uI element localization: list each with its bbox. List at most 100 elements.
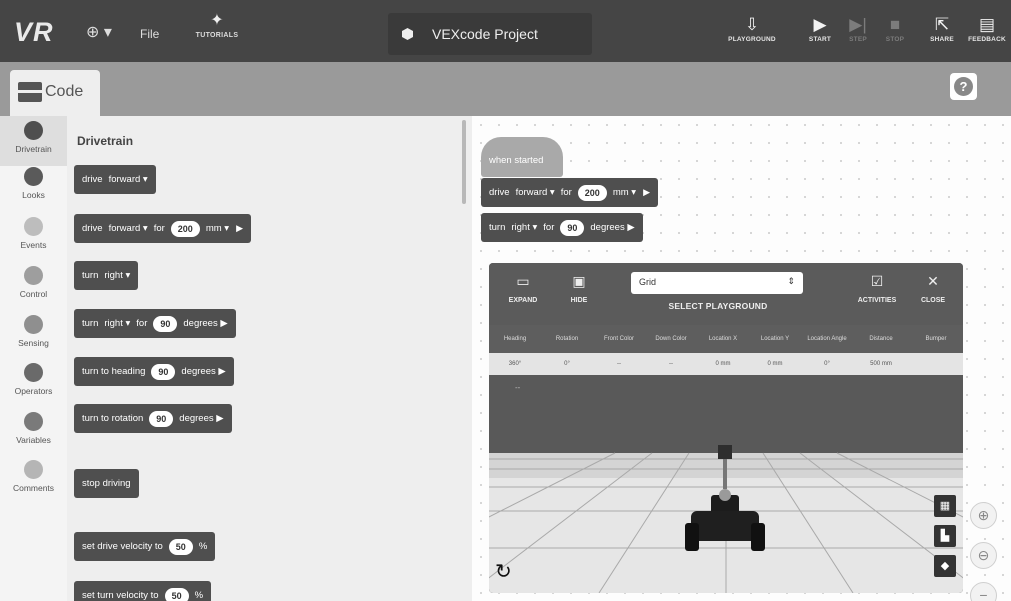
language-globe-icon[interactable]: ⊕ ▾ <box>86 22 126 44</box>
category-variables[interactable]: Variables <box>0 412 67 445</box>
velocity-input[interactable]: 50 <box>168 538 193 555</box>
turn-for-block[interactable]: turn right ▾ for 90 degrees ▶ <box>74 309 236 338</box>
category-sensing[interactable]: Sensing <box>0 315 67 348</box>
block-text: for <box>136 318 148 329</box>
turn-direction-dropdown[interactable]: right ▾ <box>511 222 537 233</box>
block-text: drive <box>82 223 103 234</box>
set-drive-velocity-block[interactable]: set drive velocity to 50 % <box>74 532 216 561</box>
category-label: Control <box>19 289 48 299</box>
block-text: % <box>198 541 208 552</box>
when-started-block[interactable]: when started <box>481 137 563 177</box>
block-text: degrees ▶ <box>179 413 224 424</box>
angle-input[interactable]: 90 <box>153 315 178 332</box>
tab-code[interactable]: Code <box>10 70 100 116</box>
turn-direction-dropdown[interactable]: right ▾ <box>104 270 130 281</box>
category-events[interactable]: Events <box>0 217 67 250</box>
category-comments[interactable]: Comments <box>0 460 67 493</box>
reset-icon[interactable]: ↻ <box>495 559 512 584</box>
distance-input[interactable]: 200 <box>577 184 607 201</box>
turn-to-rotation-block[interactable]: turn to rotation 90 degrees ▶ <box>74 404 232 433</box>
val-location-x: 0 mm <box>715 361 731 367</box>
close-button[interactable]: ✕ CLOSE <box>903 273 963 304</box>
direction-dropdown[interactable]: forward ▾ <box>109 174 148 185</box>
category-label: Looks <box>22 190 45 200</box>
units-dropdown[interactable]: mm ▾ <box>206 223 229 234</box>
workspace-drive-for-block[interactable]: drive forward ▾ for 200 mm ▾ ▶ <box>481 178 658 207</box>
block-text: degrees ▶ <box>590 222 635 233</box>
category-looks[interactable]: Looks <box>0 167 67 200</box>
direction-dropdown[interactable]: forward ▾ <box>109 223 148 234</box>
project-hex-icon <box>402 28 413 40</box>
distance-input[interactable]: 200 <box>170 220 200 237</box>
set-turn-velocity-block[interactable]: set turn velocity to 50 % <box>74 581 212 601</box>
rotate-view-icon[interactable]: ◆ <box>934 555 956 577</box>
block-text: degrees ▶ <box>181 366 226 377</box>
playground-window: ▭ EXPAND ▣ HIDE Grid ⇕ SELECT PLAYGROUND… <box>489 263 963 593</box>
zoom-out-icon[interactable]: ⊖ <box>970 542 997 569</box>
stop-button[interactable]: ■ STOP <box>871 14 919 43</box>
rotation-input[interactable]: 90 <box>149 410 174 427</box>
palette-section-title: Drivetrain <box>77 134 134 148</box>
col-down-color: Down Color <box>655 335 687 342</box>
palette-scrollbar[interactable] <box>462 120 466 204</box>
drive-block[interactable]: drive forward ▾ <box>74 165 156 194</box>
drivetrain-dot-icon <box>24 121 43 140</box>
category-control[interactable]: Control <box>0 266 67 299</box>
operators-dot-icon <box>24 363 43 382</box>
units-dropdown[interactable]: mm ▾ <box>613 187 636 198</box>
hide-button[interactable]: ▣ HIDE <box>549 273 609 304</box>
val-heading: 360° <box>508 361 522 367</box>
playground-button[interactable]: ⇩ PLAYGROUND <box>728 14 776 43</box>
feedback-label: FEEDBACK <box>968 36 1006 43</box>
download-icon: ⇩ <box>744 15 760 34</box>
tutorials-button[interactable]: ✦ TUTORIALS <box>188 10 246 39</box>
val-bumper <box>909 353 963 375</box>
angle-input[interactable]: 90 <box>560 219 585 236</box>
share-button[interactable]: ⇱ SHARE <box>918 14 966 43</box>
workspace-turn-for-block[interactable]: turn right ▾ for 90 degrees ▶ <box>481 213 643 242</box>
print-console-placeholder: -- <box>515 383 521 392</box>
sensor-header-row: Heading Rotation Front Color Down Color … <box>489 325 963 353</box>
feedback-icon: ▤ <box>978 15 996 34</box>
drive-for-block[interactable]: drive forward ▾ for 200 mm ▾ ▶ <box>74 214 251 243</box>
expand-button[interactable]: ▭ EXPAND <box>493 273 553 304</box>
playground-3d-view[interactable] <box>489 263 963 593</box>
camera-view-icon[interactable]: ▦ <box>934 495 956 517</box>
hide-icon: ▣ <box>572 273 586 289</box>
tutorials-label: TUTORIALS <box>195 32 239 39</box>
block-text: for <box>560 187 572 198</box>
category-label: Sensing <box>18 338 49 348</box>
zoom-in-icon[interactable]: ⊕ <box>970 502 997 529</box>
top-view-icon[interactable]: ▙ <box>934 525 956 547</box>
select-caret-icon: ⇕ <box>787 276 795 286</box>
col-heading: Heading <box>503 335 527 342</box>
turn-to-heading-block[interactable]: turn to heading 90 degrees ▶ <box>74 357 234 386</box>
help-button[interactable]: ? <box>950 73 977 100</box>
playground-select[interactable]: Grid ⇕ <box>631 272 803 294</box>
stop-driving-block[interactable]: stop driving <box>74 469 139 498</box>
help-icon: ? <box>954 77 973 96</box>
direction-dropdown[interactable]: forward ▾ <box>516 187 555 198</box>
category-operators[interactable]: Operators <box>0 363 67 396</box>
val-front-color: -- <box>617 361 621 367</box>
close-label: CLOSE <box>920 297 946 304</box>
category-drivetrain[interactable]: Drivetrain <box>0 116 67 166</box>
heading-input[interactable]: 90 <box>151 363 176 380</box>
feedback-button[interactable]: ▤ FEEDBACK <box>963 14 1011 43</box>
block-text: turn to heading <box>82 366 146 377</box>
col-bumper: Bumper <box>925 335 947 342</box>
block-text: for <box>543 222 555 233</box>
block-palette: Drivetrain drive forward ▾ drive forward… <box>67 116 472 601</box>
block-text: stop driving <box>82 478 131 489</box>
turn-block[interactable]: turn right ▾ <box>74 261 139 290</box>
velocity-input[interactable]: 50 <box>164 587 189 601</box>
top-menu-bar: VR ⊕ ▾ File ✦ TUTORIALS VEXcode Project … <box>0 0 1011 62</box>
val-distance: 500 mm <box>870 361 892 367</box>
playground-label: PLAYGROUND <box>728 36 776 43</box>
project-name-field[interactable]: VEXcode Project <box>388 13 592 55</box>
val-down-color: -- <box>669 361 673 367</box>
turn-direction-dropdown[interactable]: right ▾ <box>104 318 130 329</box>
block-text: when started <box>489 155 544 166</box>
activities-button[interactable]: ☑ ACTIVITIES <box>847 273 907 304</box>
file-menu[interactable]: File <box>140 27 159 41</box>
